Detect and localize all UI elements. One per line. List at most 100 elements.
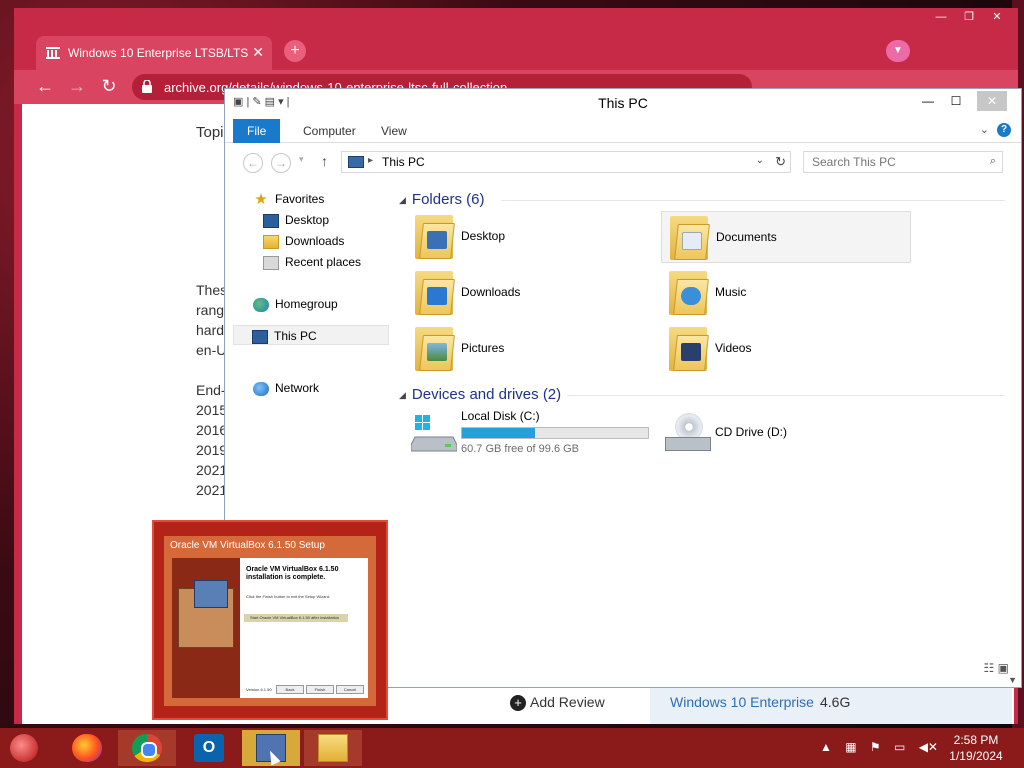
nav-homegroup[interactable]: Homegroup bbox=[253, 294, 338, 314]
page-bottom-bar: + Add Review Windows 10 Enterprise 4.6G bbox=[386, 684, 1012, 724]
nav-recent-places[interactable]: Recent places bbox=[263, 252, 361, 272]
clock[interactable]: 2:58 PM 1/19/2024 bbox=[938, 732, 1014, 764]
group-title: Devices and drives (2) bbox=[411, 386, 562, 403]
folder-videos[interactable]: Videos bbox=[661, 323, 911, 375]
page-text-line: Topi bbox=[196, 124, 224, 141]
network-tray-icon[interactable]: ▦ bbox=[845, 740, 856, 754]
action-center-flag-icon[interactable]: ⚑ bbox=[870, 740, 881, 754]
start-button[interactable] bbox=[10, 734, 38, 762]
chrome-icon bbox=[132, 734, 162, 762]
display-tray-icon[interactable]: ▭ bbox=[894, 740, 905, 754]
tab-view[interactable]: View bbox=[367, 119, 421, 143]
related-link[interactable]: Windows 10 Enterprise bbox=[670, 694, 814, 710]
close-button[interactable]: ✕ bbox=[977, 91, 1007, 111]
ribbon-expand-icon[interactable]: ⌄ bbox=[980, 123, 989, 136]
collapse-caret-icon: ◢ bbox=[399, 194, 406, 205]
finish-button[interactable]: Finish bbox=[306, 685, 334, 694]
show-hidden-icons-icon[interactable]: ▲ bbox=[820, 740, 832, 754]
address-dropdown-icon[interactable]: ⌄ bbox=[756, 155, 764, 166]
setup-heading: Oracle VM VirtualBox 6.1.50 installation… bbox=[246, 566, 339, 581]
setup-version: Version 6.1.50 bbox=[246, 687, 272, 692]
new-tab-button[interactable]: + bbox=[284, 40, 306, 62]
scroll-down-arrow-icon[interactable]: ▼ bbox=[1008, 675, 1017, 685]
setup-complete-panel: Oracle VM VirtualBox 6.1.50 installation… bbox=[240, 558, 368, 698]
file-explorer-icon bbox=[318, 734, 348, 762]
nav-label: Desktop bbox=[285, 213, 330, 227]
virtualbox-box-graphic bbox=[172, 558, 240, 698]
back-button[interactable]: Back bbox=[276, 685, 304, 694]
maximize-button[interactable]: ☐ bbox=[943, 91, 969, 111]
forward-icon[interactable]: → bbox=[66, 76, 88, 97]
folder-music[interactable]: Music bbox=[661, 267, 911, 319]
disk-usage-bar bbox=[461, 427, 649, 439]
taskbar-firefox[interactable] bbox=[58, 730, 116, 766]
virtualbox-setup-thumbnail[interactable]: Oracle VM VirtualBox 6.1.50 Setup Oracle… bbox=[152, 520, 388, 720]
recent-locations-icon[interactable]: ▾ bbox=[299, 154, 304, 165]
back-icon[interactable]: ← bbox=[34, 76, 56, 97]
breadcrumb[interactable]: This PC bbox=[382, 155, 425, 169]
taskbar-outlook[interactable]: O bbox=[180, 730, 238, 766]
nav-label: Recent places bbox=[285, 255, 362, 269]
forward-arrow-icon[interactable]: → bbox=[271, 153, 291, 173]
downloads-folder-icon bbox=[415, 271, 455, 315]
star-icon: ★ bbox=[254, 190, 268, 208]
tab-search-icon[interactable]: ▼ bbox=[886, 40, 910, 62]
windows-drive-icon bbox=[411, 415, 457, 452]
tab-computer[interactable]: Computer bbox=[289, 119, 370, 143]
back-arrow-icon[interactable]: ← bbox=[243, 153, 263, 173]
add-review-button[interactable]: + Add Review bbox=[510, 694, 605, 711]
folder-downloads[interactable]: Downloads bbox=[407, 267, 657, 319]
recent-places-icon bbox=[263, 255, 279, 270]
up-arrow-icon[interactable]: ↑ bbox=[321, 153, 328, 169]
drive-cd-d[interactable]: CD Drive (D:) bbox=[661, 407, 911, 459]
thumbnail-title: Oracle VM VirtualBox 6.1.50 Setup bbox=[170, 540, 325, 551]
nav-this-pc[interactable]: This PC bbox=[233, 325, 389, 345]
taskbar-file-explorer[interactable] bbox=[304, 730, 362, 766]
taskbar-chrome[interactable] bbox=[118, 730, 176, 766]
view-toggle-buttons[interactable]: ☷ ▣ bbox=[984, 661, 1009, 675]
start-after-install-checkbox[interactable]: Start Oracle VM VirtualBox 6.1.50 after … bbox=[244, 614, 348, 622]
page-text-line: 2019 bbox=[196, 442, 228, 458]
address-row: ← → ▾ ↑ ▸ This PC ⌄ ↻ ⌕ bbox=[225, 147, 1021, 177]
related-size: 4.6G bbox=[820, 694, 851, 710]
nav-downloads[interactable]: Downloads bbox=[263, 231, 344, 251]
taskbar: O ▲ ▦ ⚑ ▭ ◀✕ 2:58 PM 1/19/2024 bbox=[0, 728, 1024, 768]
search-box[interactable]: ⌕ bbox=[803, 151, 1003, 173]
drive-name: Local Disk (C:) bbox=[461, 409, 540, 423]
disk-usage-fill bbox=[462, 428, 535, 438]
drives-group-header[interactable]: ◢ Devices and drives (2) bbox=[399, 386, 561, 403]
page-text-line: Thes bbox=[196, 282, 228, 298]
help-icon[interactable]: ? bbox=[997, 123, 1011, 137]
search-input[interactable] bbox=[804, 152, 974, 172]
window-title: This PC bbox=[598, 95, 648, 111]
outer-close-button[interactable]: ✕ bbox=[984, 10, 1010, 24]
collapse-caret-icon: ◢ bbox=[399, 389, 406, 400]
browser-tab[interactable]: Windows 10 Enterprise LTSB/LTSC ✕ bbox=[36, 36, 272, 70]
drive-local-disk-c[interactable]: Local Disk (C:) 60.7 GB free of 99.6 GB bbox=[407, 407, 657, 459]
volume-muted-icon[interactable]: ◀✕ bbox=[919, 740, 938, 754]
reload-icon[interactable]: ↻ bbox=[98, 76, 120, 97]
folder-desktop[interactable]: Desktop bbox=[407, 211, 657, 263]
nav-network[interactable]: Network bbox=[253, 378, 319, 398]
details-view-icon[interactable]: ☷ bbox=[984, 661, 995, 675]
pc-icon bbox=[348, 156, 364, 168]
tab-file[interactable]: File bbox=[233, 119, 281, 143]
page-text-line: rang bbox=[196, 302, 225, 318]
outer-restore-button[interactable]: ❐ bbox=[956, 10, 982, 24]
minimize-button[interactable]: — bbox=[915, 91, 941, 111]
page-text-line: End- bbox=[196, 382, 226, 398]
outer-minimize-button[interactable]: — bbox=[928, 10, 954, 24]
folder-pictures[interactable]: Pictures bbox=[407, 323, 657, 375]
nav-desktop[interactable]: Desktop bbox=[263, 210, 329, 230]
nav-label: Network bbox=[275, 381, 320, 395]
nav-favorites[interactable]: ★ Favorites bbox=[253, 189, 324, 209]
folder-label: Desktop bbox=[461, 229, 506, 243]
tab-close-icon[interactable]: ✕ bbox=[252, 44, 264, 61]
refresh-icon[interactable]: ↻ bbox=[775, 154, 786, 170]
tiles-view-icon[interactable]: ▣ bbox=[998, 661, 1009, 675]
pictures-folder-icon bbox=[415, 327, 455, 371]
folders-group-header[interactable]: ◢ Folders (6) bbox=[399, 191, 484, 208]
cancel-button[interactable]: Cancel bbox=[336, 685, 364, 694]
address-box[interactable]: ▸ This PC ⌄ ↻ bbox=[341, 151, 791, 173]
folder-documents[interactable]: Documents bbox=[661, 211, 911, 263]
